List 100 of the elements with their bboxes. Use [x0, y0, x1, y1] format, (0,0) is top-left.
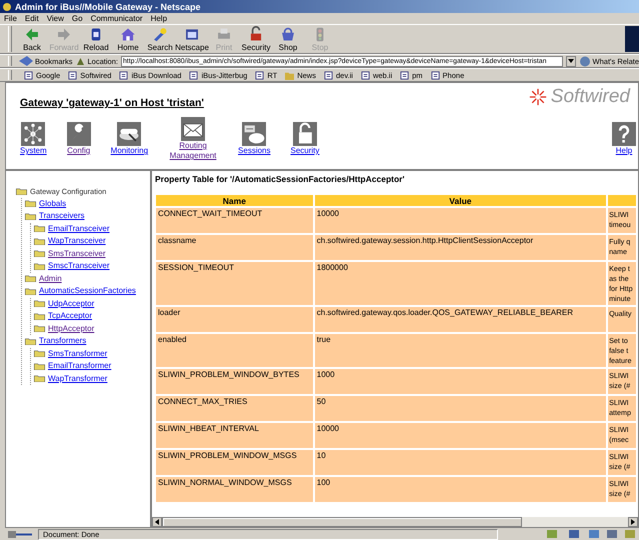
tree-link[interactable]: UdpAcceptor: [48, 298, 94, 309]
toolbar-button[interactable]: Home: [112, 26, 144, 52]
menu-item[interactable]: File: [4, 14, 17, 23]
folder-icon: [34, 238, 45, 245]
tree-link[interactable]: HttpAcceptor: [48, 324, 94, 334]
menu-item[interactable]: Go: [72, 14, 83, 23]
menu-item[interactable]: View: [46, 14, 64, 23]
folder-icon: [34, 350, 45, 358]
menu-item[interactable]: Help: [150, 14, 168, 23]
tree-link[interactable]: Transformers: [39, 336, 86, 346]
bookmark-page-icon: [255, 70, 264, 80]
toolbar-button[interactable]: Shop: [272, 26, 304, 52]
folder-icon: [34, 362, 45, 370]
shopping-bag-icon: [279, 26, 297, 43]
tree-link[interactable]: SmsTransformer: [48, 348, 108, 359]
table-cell: ch.softwired.gateway.session.http.HttpClientSessionAcceptor: [314, 235, 606, 260]
dropdown-button[interactable]: [566, 56, 576, 66]
tree-link[interactable]: Transceivers: [39, 211, 84, 222]
table-cell: 10000: [314, 208, 606, 233]
nav-link[interactable]: System: [20, 146, 47, 156]
network-icon[interactable]: [21, 122, 46, 146]
folder-icon: [34, 375, 45, 382]
padlock-icon[interactable]: [292, 122, 317, 146]
folder-icon: [34, 312, 45, 320]
tree-link[interactable]: AutomaticSessionFactories: [39, 286, 136, 296]
folder-icon: [285, 70, 294, 80]
tree-link[interactable]: Admin: [39, 274, 62, 284]
tree-link[interactable]: EmailTransformer: [48, 361, 112, 372]
nav-link[interactable]: Routing Management: [168, 141, 218, 161]
bookmark-page-icon: [68, 70, 78, 80]
company-logo: Softwired: [550, 86, 630, 108]
left-arrow-icon: [154, 519, 160, 525]
meter-icon[interactable]: [117, 122, 142, 146]
table-cell: classname: [156, 235, 313, 260]
tree-link[interactable]: EmailTransceiver: [48, 224, 110, 234]
menu-item[interactable]: Communicator: [90, 14, 143, 23]
folder-icon: [25, 212, 36, 220]
connection-icon: [8, 530, 32, 538]
house-icon: [119, 26, 137, 43]
bookmark-page-icon: [430, 70, 440, 80]
envelope-icon[interactable]: [181, 117, 206, 141]
nav-link[interactable]: Sessions: [238, 146, 270, 156]
tree-link[interactable]: WapTransceiver: [48, 236, 106, 246]
bookmark-page-icon: [189, 70, 198, 80]
tree-link[interactable]: SmscTransceiver: [48, 261, 110, 272]
help-icon[interactable]: [612, 122, 636, 146]
bookmark-page-icon: [119, 70, 128, 80]
toolbar-button[interactable]: Security: [240, 26, 272, 52]
table-cell: SLIWIN_PROBLEM_WINDOW_MSGS: [156, 450, 313, 475]
bookmark-page-icon: [400, 70, 410, 80]
table-title: Property Table for '/AutomaticSessionFactories/HttpAcceptor': [155, 174, 406, 184]
table-cell: SLIWIN_HBEAT_INTERVAL: [156, 423, 313, 448]
horizontal-scrollbar[interactable]: [152, 517, 638, 527]
tree-link[interactable]: TcpAcceptor: [48, 311, 92, 322]
sessions-icon[interactable]: [242, 122, 266, 146]
help-link[interactable]: Help: [616, 146, 632, 156]
folder-icon: [25, 338, 36, 345]
nav-link[interactable]: Monitoring: [110, 146, 148, 156]
folder-icon: [34, 250, 45, 258]
table-cell: 1800000: [314, 262, 606, 305]
folder-icon: [25, 288, 36, 295]
table-cell: CONNECT_WAIT_TIMEOUT: [156, 208, 313, 233]
table-cell: true: [314, 334, 606, 367]
nav-link[interactable]: Config: [67, 146, 90, 156]
folder-icon: [16, 188, 27, 195]
tree-link[interactable]: Globals: [39, 198, 66, 209]
bookmark-icon: [19, 56, 33, 66]
tree-link[interactable]: WapTransformer: [48, 374, 108, 384]
bookmark-page-icon: [360, 70, 370, 80]
table-cell: CONNECT_MAX_TRIES: [156, 396, 313, 421]
folder-icon: [25, 200, 36, 208]
page-title: Gateway 'gateway-1' on Host 'tristan': [20, 97, 204, 109]
folder-icon: [34, 262, 45, 270]
table-cell: SLIWIN_PROBLEM_WINDOW_BYTES: [156, 369, 313, 394]
location-icon: [76, 56, 85, 66]
column-header: Name: [156, 195, 313, 206]
table-cell: SESSION_TIMEOUT: [156, 262, 313, 305]
toolbar-button[interactable]: Back: [16, 26, 48, 52]
table-cell: enabled: [156, 334, 313, 367]
table-cell: 10000: [314, 423, 606, 448]
caret-icon: [568, 59, 574, 63]
nav-link[interactable]: Security: [290, 146, 320, 156]
globe-icon: [578, 56, 591, 66]
table-cell: ch.softwired.gateway.qos.loader.QOS_GATEWAY_RELIABLE_BEARER: [314, 307, 606, 332]
table-cell: 1000: [314, 369, 606, 394]
bookmark-page-icon: [24, 70, 33, 80]
folder-icon: [34, 325, 45, 332]
folder-icon: [25, 275, 36, 282]
tree-link[interactable]: SmsTransceiver: [48, 248, 106, 259]
window-title: Admin for iBus//Mobile Gateway - Netscape: [0, 0, 639, 13]
table-cell: SLIWIN_NORMAL_WINDOW_MSGS: [156, 477, 313, 502]
table-cell: 100: [314, 477, 606, 502]
toolbar-button[interactable]: Search: [144, 26, 176, 52]
toolbar-button[interactable]: Reload: [80, 26, 112, 52]
bookmark-page-icon: [324, 70, 333, 80]
toolbar-button[interactable]: Netscape: [176, 26, 208, 52]
menu-item[interactable]: Edit: [24, 14, 39, 23]
right-arrow-icon: [630, 519, 636, 525]
table-cell: loader: [156, 307, 313, 332]
table-cell: 10: [314, 450, 606, 475]
